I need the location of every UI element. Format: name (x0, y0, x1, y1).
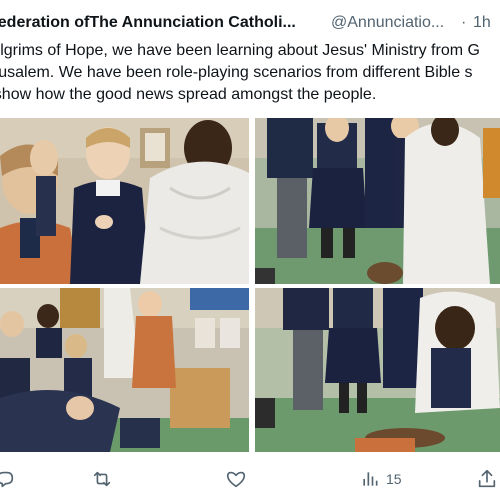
photo-bottom-left[interactable] (0, 288, 249, 452)
like-button[interactable] (225, 466, 247, 492)
tweet-actions: 15 (0, 458, 500, 498)
share-button[interactable] (476, 466, 498, 492)
tweet-text-line-3: to show how the good news spread amongst… (0, 86, 377, 103)
views-count: 15 (386, 471, 402, 487)
photo-icon (255, 118, 500, 284)
tweet-text-line-1: Pilgrims of Hope, we have been learning … (0, 42, 480, 59)
tweet[interactable]: Federation ofThe Annunciation Catholi...… (0, 0, 500, 500)
tweet-timestamp[interactable]: 1h (473, 12, 491, 34)
views-button[interactable]: 15 (360, 466, 402, 492)
heart-icon (226, 471, 246, 488)
photo-icon (0, 288, 249, 452)
header-separator: · (461, 14, 467, 31)
reply-button[interactable] (0, 466, 16, 492)
photo-top-left[interactable] (0, 118, 249, 284)
tweet-media-grid (0, 118, 500, 452)
author-name[interactable]: Federation ofThe Annunciation Catholi... (0, 12, 296, 34)
tweet-header: Federation ofThe Annunciation Catholi...… (0, 12, 500, 34)
photo-top-right[interactable] (255, 118, 500, 284)
tweet-text-line-2: Jerusalem. We have been role-playing sce… (0, 64, 473, 81)
reply-icon (0, 471, 14, 488)
photo-icon (0, 118, 249, 284)
retweet-button[interactable] (91, 466, 113, 492)
photo-icon (255, 288, 500, 452)
share-icon (478, 469, 496, 488)
photo-bottom-right[interactable] (255, 288, 500, 452)
author-handle[interactable]: @Annunciatio... (331, 12, 444, 34)
retweet-icon (93, 471, 111, 487)
views-chart-icon (363, 472, 378, 486)
